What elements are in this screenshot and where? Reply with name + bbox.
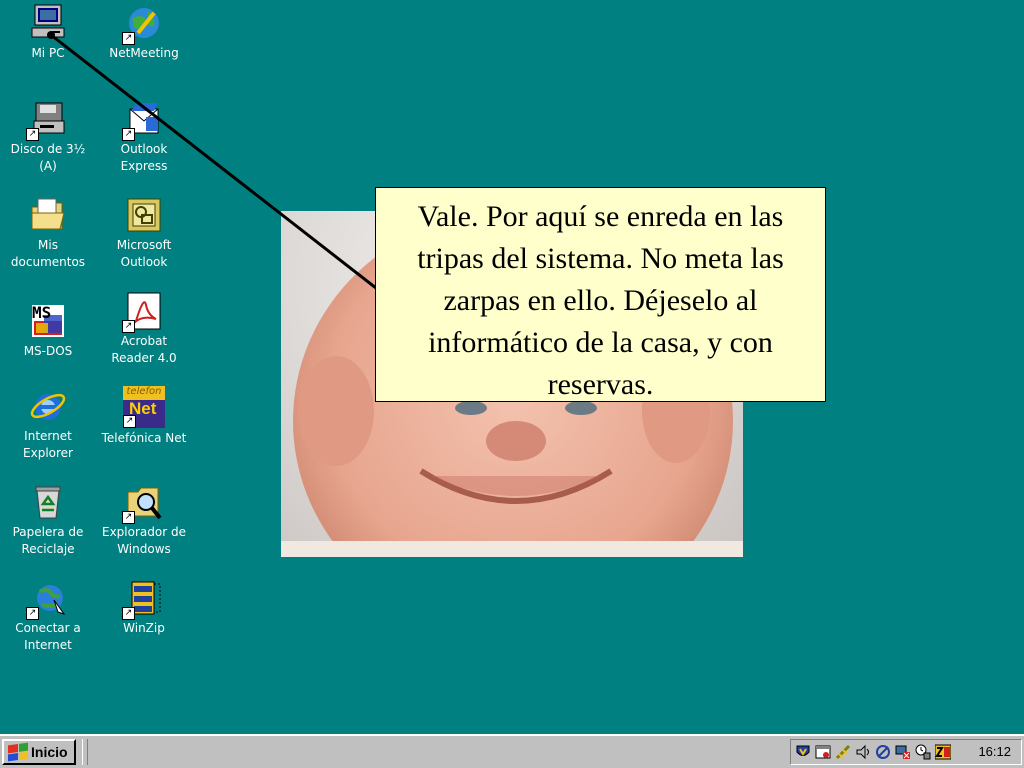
callout-text: Vale. Por aquí se enreda en las tripas d… bbox=[417, 200, 784, 401]
acrobat-reader-icon: ↗ bbox=[122, 291, 164, 333]
desktop-icon-papelera[interactable]: Papelera de Reciclaje bbox=[0, 482, 96, 558]
start-label: Inicio bbox=[31, 744, 68, 760]
zonealarm-icon[interactable] bbox=[934, 744, 952, 760]
shortcut-arrow-icon: ↗ bbox=[123, 415, 136, 428]
telefonica-net-icon: telefon Net ↗ bbox=[123, 386, 165, 428]
desktop-icon-telefonica-net[interactable]: telefon Net ↗ Telefónica Net bbox=[96, 386, 192, 447]
icon-label: Telefónica Net bbox=[101, 431, 187, 445]
modem-icon[interactable] bbox=[875, 744, 891, 760]
icon-label: NetMeeting bbox=[109, 46, 179, 60]
icon-label: Papelera de Reciclaje bbox=[12, 525, 84, 556]
icon-label: Disco de 3½ (A) bbox=[10, 142, 86, 173]
desktop-icon-netmeeting[interactable]: ↗ NetMeeting bbox=[96, 3, 192, 62]
outlook-express-icon: ↗ bbox=[122, 99, 164, 141]
shortcut-arrow-icon: ↗ bbox=[122, 128, 135, 141]
desktop-icon-microsoft-outlook[interactable]: Microsoft Outlook bbox=[96, 195, 192, 271]
floppy-drive-icon: ↗ bbox=[26, 99, 68, 141]
system-tray: 16:12 bbox=[790, 739, 1022, 765]
connect-internet-icon: ↗ bbox=[26, 578, 68, 620]
desktop-icon-ms-dos[interactable]: MS MS-DOS bbox=[0, 301, 96, 360]
shortcut-arrow-icon: ↗ bbox=[26, 607, 39, 620]
netmeeting-icon: ↗ bbox=[122, 3, 164, 45]
network-icon[interactable] bbox=[835, 744, 851, 760]
my-documents-folder-icon bbox=[28, 195, 68, 235]
shortcut-arrow-icon: ↗ bbox=[122, 320, 135, 333]
start-button[interactable]: Inicio bbox=[2, 739, 76, 765]
winzip-icon: ↗ bbox=[122, 578, 164, 620]
icon-label: Acrobat Reader 4.0 bbox=[111, 334, 177, 365]
desktop-icon-explorador[interactable]: ↗ Explorador de Windows bbox=[96, 482, 192, 558]
callout-box: Vale. Por aquí se enreda en las tripas d… bbox=[375, 187, 826, 402]
icon-label: Internet Explorer bbox=[23, 429, 73, 460]
desktop: Mi PC ↗ Disco de 3½ (A) Mis documentos M… bbox=[0, 0, 1024, 734]
desktop-icon-mi-pc[interactable]: Mi PC bbox=[0, 3, 96, 62]
ms-dos-text: MS bbox=[32, 303, 52, 322]
ms-dos-icon: MS bbox=[28, 301, 68, 341]
recycle-bin-icon bbox=[28, 482, 68, 522]
icon-label: MS-DOS bbox=[23, 344, 73, 358]
shortcut-arrow-icon: ↗ bbox=[122, 607, 135, 620]
windows-logo-icon bbox=[8, 742, 28, 762]
icon-label: Mi PC bbox=[31, 46, 65, 60]
desktop-icon-winzip[interactable]: ↗ WinZip bbox=[96, 578, 192, 637]
shortcut-arrow-icon: ↗ bbox=[26, 128, 39, 141]
microsoft-outlook-icon bbox=[124, 195, 164, 235]
taskbar: Inicio 16:12 bbox=[0, 734, 1024, 768]
task-scheduler-icon[interactable] bbox=[915, 744, 931, 760]
shortcut-arrow-icon: ↗ bbox=[122, 511, 135, 524]
desktop-icon-acrobat[interactable]: ↗ Acrobat Reader 4.0 bbox=[96, 291, 192, 367]
icon-label: Conectar a Internet bbox=[15, 621, 81, 652]
quick-launch-grip[interactable] bbox=[82, 739, 88, 765]
computer-icon bbox=[28, 3, 68, 43]
clock[interactable]: 16:12 bbox=[978, 744, 1011, 759]
desktop-icon-conectar[interactable]: ↗ Conectar a Internet bbox=[0, 578, 96, 654]
shortcut-arrow-icon: ↗ bbox=[122, 32, 135, 45]
icon-label: Outlook Express bbox=[120, 142, 168, 173]
desktop-icon-disco[interactable]: ↗ Disco de 3½ (A) bbox=[0, 99, 96, 175]
desktop-icon-internet-explorer[interactable]: Internet Explorer bbox=[0, 386, 96, 462]
icon-label: Mis documentos bbox=[10, 238, 86, 269]
icon-label: WinZip bbox=[123, 621, 165, 635]
display-icon[interactable] bbox=[895, 744, 911, 760]
antivirus-shield-icon[interactable] bbox=[795, 744, 811, 760]
calendar-icon[interactable] bbox=[815, 744, 831, 760]
desktop-icon-mis-documentos[interactable]: Mis documentos bbox=[0, 195, 96, 271]
icon-label: Microsoft Outlook bbox=[116, 238, 172, 269]
windows-explorer-icon: ↗ bbox=[122, 482, 164, 524]
internet-explorer-icon bbox=[28, 386, 68, 426]
volume-icon[interactable] bbox=[855, 744, 871, 760]
telefonica-logo-top: telefon bbox=[126, 386, 162, 397]
icon-label: Explorador de Windows bbox=[102, 525, 186, 556]
desktop-icon-outlook-express[interactable]: ↗ Outlook Express bbox=[96, 99, 192, 175]
